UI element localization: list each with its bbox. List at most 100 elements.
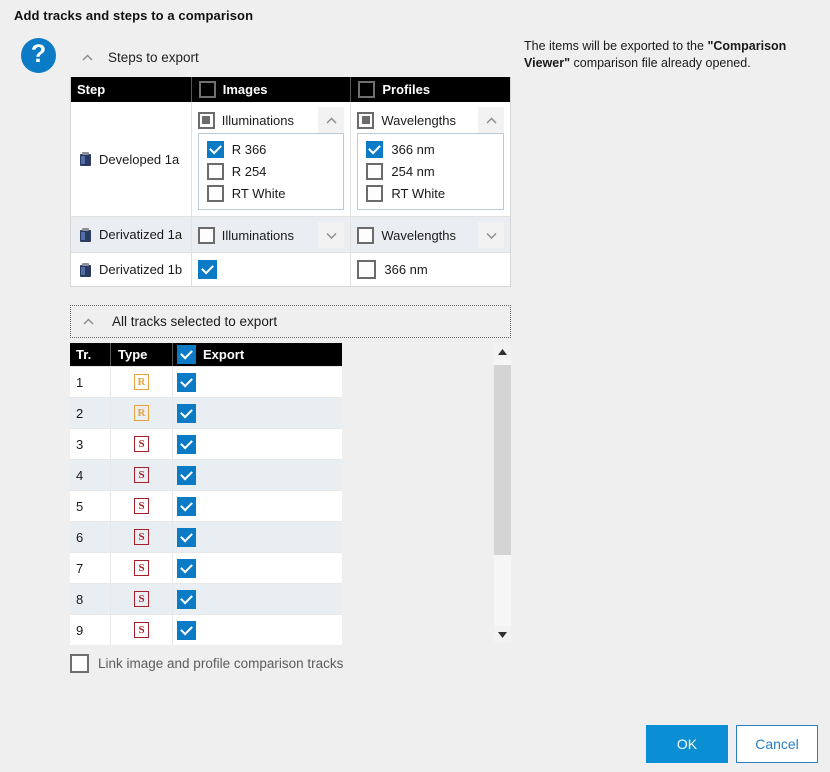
- link-tracks-option[interactable]: Link image and profile comparison tracks: [70, 654, 343, 673]
- option-item[interactable]: 254 nm: [366, 160, 498, 182]
- wavelengths-group-header[interactable]: Wavelengths: [357, 107, 504, 133]
- table-row[interactable]: 5 S: [70, 490, 342, 521]
- option-item[interactable]: RT White: [366, 182, 498, 204]
- column-header-images[interactable]: Images: [191, 77, 351, 102]
- wavelengths-group-checkbox[interactable]: [357, 227, 374, 244]
- triangle-up-icon[interactable]: [494, 343, 511, 360]
- images-column-checkbox[interactable]: [199, 81, 216, 98]
- export-checkbox[interactable]: [177, 559, 196, 578]
- note-text-after: comparison file already opened.: [570, 56, 751, 70]
- type-s-icon: S: [134, 436, 149, 452]
- option-item[interactable]: RT White: [207, 182, 339, 204]
- track-export-cell[interactable]: [172, 553, 342, 583]
- option-checkbox[interactable]: [207, 185, 224, 202]
- link-tracks-checkbox[interactable]: [70, 654, 89, 673]
- profiles-bare-label: 366 nm: [384, 262, 427, 277]
- option-item[interactable]: 366 nm: [366, 138, 498, 160]
- column-header-profiles[interactable]: Profiles: [350, 77, 510, 102]
- track-export-cell[interactable]: [172, 522, 342, 552]
- steps-to-export-header[interactable]: Steps to export: [74, 44, 199, 70]
- track-number: 1: [70, 367, 110, 397]
- track-export-cell[interactable]: [172, 429, 342, 459]
- plate-icon: [79, 152, 92, 166]
- option-checkbox[interactable]: [366, 185, 383, 202]
- track-number: 6: [70, 522, 110, 552]
- all-tracks-header[interactable]: All tracks selected to export: [70, 305, 511, 338]
- ok-button[interactable]: OK: [646, 725, 728, 763]
- table-row[interactable]: 4 S: [70, 459, 342, 490]
- illuminations-group-checkbox[interactable]: [198, 112, 215, 129]
- option-checkbox[interactable]: [207, 141, 224, 158]
- type-s-icon: S: [134, 529, 149, 545]
- step-row-derivatized-1b[interactable]: Derivatized 1b 366 nm: [71, 252, 510, 286]
- track-type-cell: S: [110, 491, 172, 521]
- option-label: RT White: [232, 186, 286, 201]
- option-checkbox[interactable]: [366, 141, 383, 158]
- chevron-down-icon[interactable]: [478, 222, 504, 248]
- column-header-type: Type: [110, 343, 172, 366]
- steps-table-header: Step Images Profiles: [71, 77, 510, 102]
- step-label: Derivatized 1a: [99, 227, 182, 242]
- option-checkbox[interactable]: [207, 163, 224, 180]
- step-row-developed-1a[interactable]: Developed 1a Illuminations R 366 R 254: [71, 102, 510, 216]
- tracks-table-header: Tr. Type Export: [70, 343, 342, 366]
- column-header-export-label: Export: [203, 347, 244, 362]
- images-bare-cell[interactable]: [191, 253, 351, 286]
- track-number: 5: [70, 491, 110, 521]
- track-number: 7: [70, 553, 110, 583]
- page-title: Add tracks and steps to a comparison: [14, 8, 253, 23]
- export-checkbox[interactable]: [177, 404, 196, 423]
- track-export-cell[interactable]: [172, 491, 342, 521]
- table-row[interactable]: 6 S: [70, 521, 342, 552]
- chevron-up-icon[interactable]: [478, 107, 504, 133]
- table-row[interactable]: 3 S: [70, 428, 342, 459]
- step-name-cell: Derivatized 1b: [71, 253, 191, 286]
- track-number: 2: [70, 398, 110, 428]
- profiles-checkbox[interactable]: [357, 260, 376, 279]
- chevron-down-icon[interactable]: [318, 222, 344, 248]
- export-checkbox[interactable]: [177, 621, 196, 640]
- chevron-up-icon[interactable]: [318, 107, 344, 133]
- option-checkbox[interactable]: [366, 163, 383, 180]
- track-export-cell[interactable]: [172, 460, 342, 490]
- images-checkbox[interactable]: [198, 260, 217, 279]
- wavelengths-group-header[interactable]: Wavelengths: [357, 222, 504, 248]
- chevron-up-icon[interactable]: [71, 318, 105, 325]
- scrollbar-thumb[interactable]: [494, 365, 511, 555]
- question-mark-icon[interactable]: ?: [21, 38, 56, 73]
- track-export-cell[interactable]: [172, 398, 342, 428]
- export-checkbox[interactable]: [177, 497, 196, 516]
- export-all-checkbox[interactable]: [177, 345, 196, 364]
- table-row[interactable]: 9 S: [70, 614, 342, 645]
- illuminations-group-header[interactable]: Illuminations: [198, 222, 345, 248]
- export-checkbox[interactable]: [177, 373, 196, 392]
- illuminations-group-checkbox[interactable]: [198, 227, 215, 244]
- illuminations-group-header[interactable]: Illuminations: [198, 107, 345, 133]
- cancel-button[interactable]: Cancel: [736, 725, 818, 763]
- track-export-cell[interactable]: [172, 584, 342, 614]
- step-row-derivatized-1a[interactable]: Derivatized 1a Illuminations Wavelengths: [71, 216, 510, 252]
- profiles-column-checkbox[interactable]: [358, 81, 375, 98]
- profiles-bare-cell[interactable]: 366 nm: [350, 253, 510, 286]
- column-header-track: Tr.: [70, 347, 110, 362]
- track-export-cell[interactable]: [172, 367, 342, 397]
- export-checkbox[interactable]: [177, 590, 196, 609]
- export-checkbox[interactable]: [177, 528, 196, 547]
- track-export-cell[interactable]: [172, 615, 342, 645]
- table-row[interactable]: 7 S: [70, 552, 342, 583]
- table-row[interactable]: 2 R: [70, 397, 342, 428]
- export-checkbox[interactable]: [177, 435, 196, 454]
- profiles-group-cell: Wavelengths: [350, 217, 510, 252]
- type-s-icon: S: [134, 560, 149, 576]
- chevron-up-icon[interactable]: [74, 54, 100, 61]
- export-checkbox[interactable]: [177, 466, 196, 485]
- wavelengths-group-checkbox[interactable]: [357, 112, 374, 129]
- tracks-scrollbar[interactable]: [494, 343, 511, 643]
- option-item[interactable]: R 254: [207, 160, 339, 182]
- column-header-export[interactable]: Export: [172, 343, 342, 366]
- option-item[interactable]: R 366: [207, 138, 339, 160]
- table-row[interactable]: 1 R: [70, 366, 342, 397]
- step-label: Developed 1a: [99, 152, 179, 167]
- triangle-down-icon[interactable]: [494, 626, 511, 643]
- table-row[interactable]: 8 S: [70, 583, 342, 614]
